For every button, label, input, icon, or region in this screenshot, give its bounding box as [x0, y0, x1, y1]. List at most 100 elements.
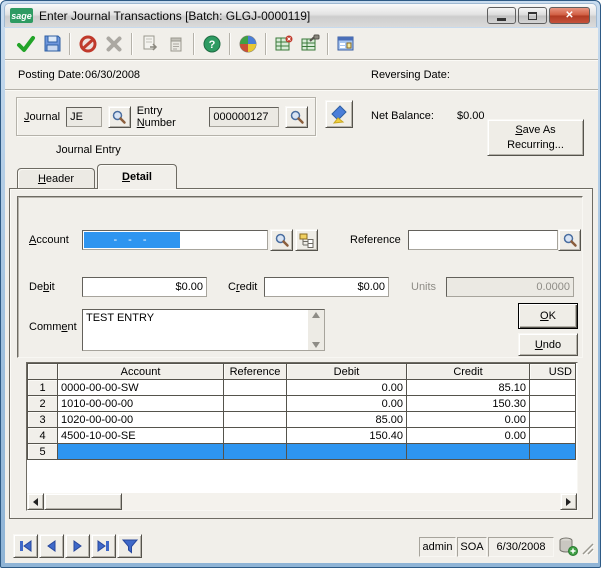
- cell-credit[interactable]: 0.00: [406, 411, 530, 428]
- scroll-up-icon[interactable]: [312, 312, 320, 318]
- notes-button[interactable]: [163, 31, 189, 57]
- search-filter-button[interactable]: [117, 534, 142, 558]
- scroll-right-button[interactable]: [560, 493, 577, 510]
- resize-grip[interactable]: [579, 540, 595, 559]
- cell-credit[interactable]: [406, 443, 530, 460]
- cell-debit[interactable]: 0.00: [286, 395, 407, 412]
- horizontal-scrollbar[interactable]: [27, 493, 577, 510]
- journal-lookup-button[interactable]: [108, 105, 131, 128]
- help-button[interactable]: ?: [199, 31, 225, 57]
- first-record-button[interactable]: [13, 534, 38, 558]
- ok-button[interactable]: OK: [518, 303, 578, 329]
- copy-button[interactable]: [137, 31, 163, 57]
- comment-input[interactable]: TEST ENTRY: [82, 309, 325, 351]
- next-record-button[interactable]: [65, 534, 90, 558]
- scroll-left-icon: [33, 497, 38, 506]
- previous-record-button[interactable]: [39, 534, 64, 558]
- grid-header-debit[interactable]: Debit: [286, 363, 407, 380]
- cell-rownum[interactable]: 3: [27, 411, 58, 428]
- sage-logo-icon: sage: [10, 8, 33, 23]
- scrollbar-thumb[interactable]: [44, 493, 122, 510]
- grid-header-account[interactable]: Account: [57, 363, 224, 380]
- reference-label: Reference: [350, 234, 401, 246]
- journal-groupbox: Journal Entry Number: [16, 97, 316, 136]
- cell-usd[interactable]: [529, 411, 576, 428]
- cancel-button[interactable]: [75, 31, 101, 57]
- tab-header-label: Header: [37, 172, 75, 185]
- customize-button[interactable]: [333, 31, 359, 57]
- filter-funnel-icon: [121, 539, 138, 554]
- magnifier-icon: [113, 110, 127, 124]
- entry-number-lookup-button[interactable]: [285, 105, 308, 128]
- reference-lookup-button[interactable]: [558, 229, 581, 251]
- excel-tools-button[interactable]: [297, 31, 323, 57]
- next-record-icon: [73, 540, 82, 552]
- cell-credit[interactable]: 0.00: [406, 427, 530, 444]
- reference-input[interactable]: [408, 230, 558, 250]
- cell-debit[interactable]: 150.40: [286, 427, 407, 444]
- cell-usd[interactable]: [529, 379, 576, 396]
- journal-input[interactable]: [66, 106, 103, 127]
- export-excel-button[interactable]: [271, 31, 297, 57]
- notes-icon: [170, 37, 182, 51]
- accept-button[interactable]: [13, 31, 39, 57]
- tab-detail[interactable]: Detail: [97, 164, 177, 189]
- cell-usd[interactable]: [529, 427, 576, 444]
- cell-account[interactable]: 0000-00-00-SW: [57, 379, 224, 396]
- tab-header[interactable]: Header: [17, 168, 95, 188]
- account-lookup-button[interactable]: [270, 229, 293, 251]
- cell-reference[interactable]: [223, 379, 287, 396]
- svg-text:?: ?: [209, 39, 216, 51]
- cell-reference[interactable]: [223, 395, 287, 412]
- table-row: 1 0000-00-00-SW 0.00 85.10: [27, 379, 576, 396]
- cell-rownum[interactable]: 1: [27, 379, 58, 396]
- save-as-recurring-button[interactable]: Save As Recurring...: [487, 119, 584, 156]
- debit-label: Debit: [29, 281, 55, 293]
- undo-button[interactable]: Undo: [518, 333, 578, 356]
- last-record-button[interactable]: [91, 534, 116, 558]
- grid-header-credit[interactable]: Credit: [406, 363, 530, 380]
- grid-header-usd[interactable]: USD: [529, 363, 576, 380]
- cell-account[interactable]: 4500-10-00-SE: [57, 427, 224, 444]
- cell-usd[interactable]: [529, 395, 576, 412]
- cell-debit[interactable]: 85.00: [286, 411, 407, 428]
- scroll-left-button[interactable]: [27, 493, 44, 510]
- close-button[interactable]: ✕: [549, 7, 590, 24]
- cell-account[interactable]: 1020-00-00-00: [57, 411, 224, 428]
- comment-text[interactable]: TEST ENTRY: [83, 310, 308, 350]
- minimize-button[interactable]: [487, 7, 516, 24]
- currency-button[interactable]: [235, 31, 261, 57]
- cell-reference[interactable]: [223, 411, 287, 428]
- scroll-right-icon: [566, 497, 571, 506]
- save-button[interactable]: [39, 31, 65, 57]
- entry-number-input[interactable]: [209, 106, 280, 127]
- status-date: 6/30/2008: [488, 537, 554, 557]
- cell-rownum[interactable]: 5: [27, 443, 58, 460]
- cell-account[interactable]: 1010-00-00-00: [57, 395, 224, 412]
- minimize-icon: [497, 17, 506, 21]
- cell-account[interactable]: [57, 443, 224, 460]
- account-input[interactable]: - - -: [82, 230, 268, 250]
- cell-usd[interactable]: [529, 443, 576, 460]
- cell-credit[interactable]: 150.30: [406, 395, 530, 412]
- cell-debit[interactable]: 0.00: [286, 379, 407, 396]
- debit-input[interactable]: [82, 277, 207, 297]
- account-segments-button[interactable]: [295, 229, 318, 251]
- titlebar[interactable]: sage Enter Journal Transactions [Batch: …: [4, 3, 597, 27]
- credit-input[interactable]: [264, 277, 389, 297]
- units-label: Units: [411, 281, 437, 293]
- quick-print-button[interactable]: [325, 100, 353, 128]
- cell-reference[interactable]: [223, 443, 287, 460]
- maximize-button[interactable]: [518, 7, 547, 24]
- database-status-button[interactable]: [556, 534, 580, 558]
- cell-rownum[interactable]: 2: [27, 395, 58, 412]
- scroll-down-icon[interactable]: [312, 342, 320, 348]
- cell-credit[interactable]: 85.10: [406, 379, 530, 396]
- cell-debit[interactable]: [286, 443, 407, 460]
- cell-rownum[interactable]: 4: [27, 427, 58, 444]
- cell-reference[interactable]: [223, 427, 287, 444]
- grid-header-reference[interactable]: Reference: [223, 363, 287, 380]
- magnifier-icon: [290, 110, 304, 124]
- comment-scrollbar[interactable]: [308, 310, 324, 350]
- delete-button[interactable]: [101, 31, 127, 57]
